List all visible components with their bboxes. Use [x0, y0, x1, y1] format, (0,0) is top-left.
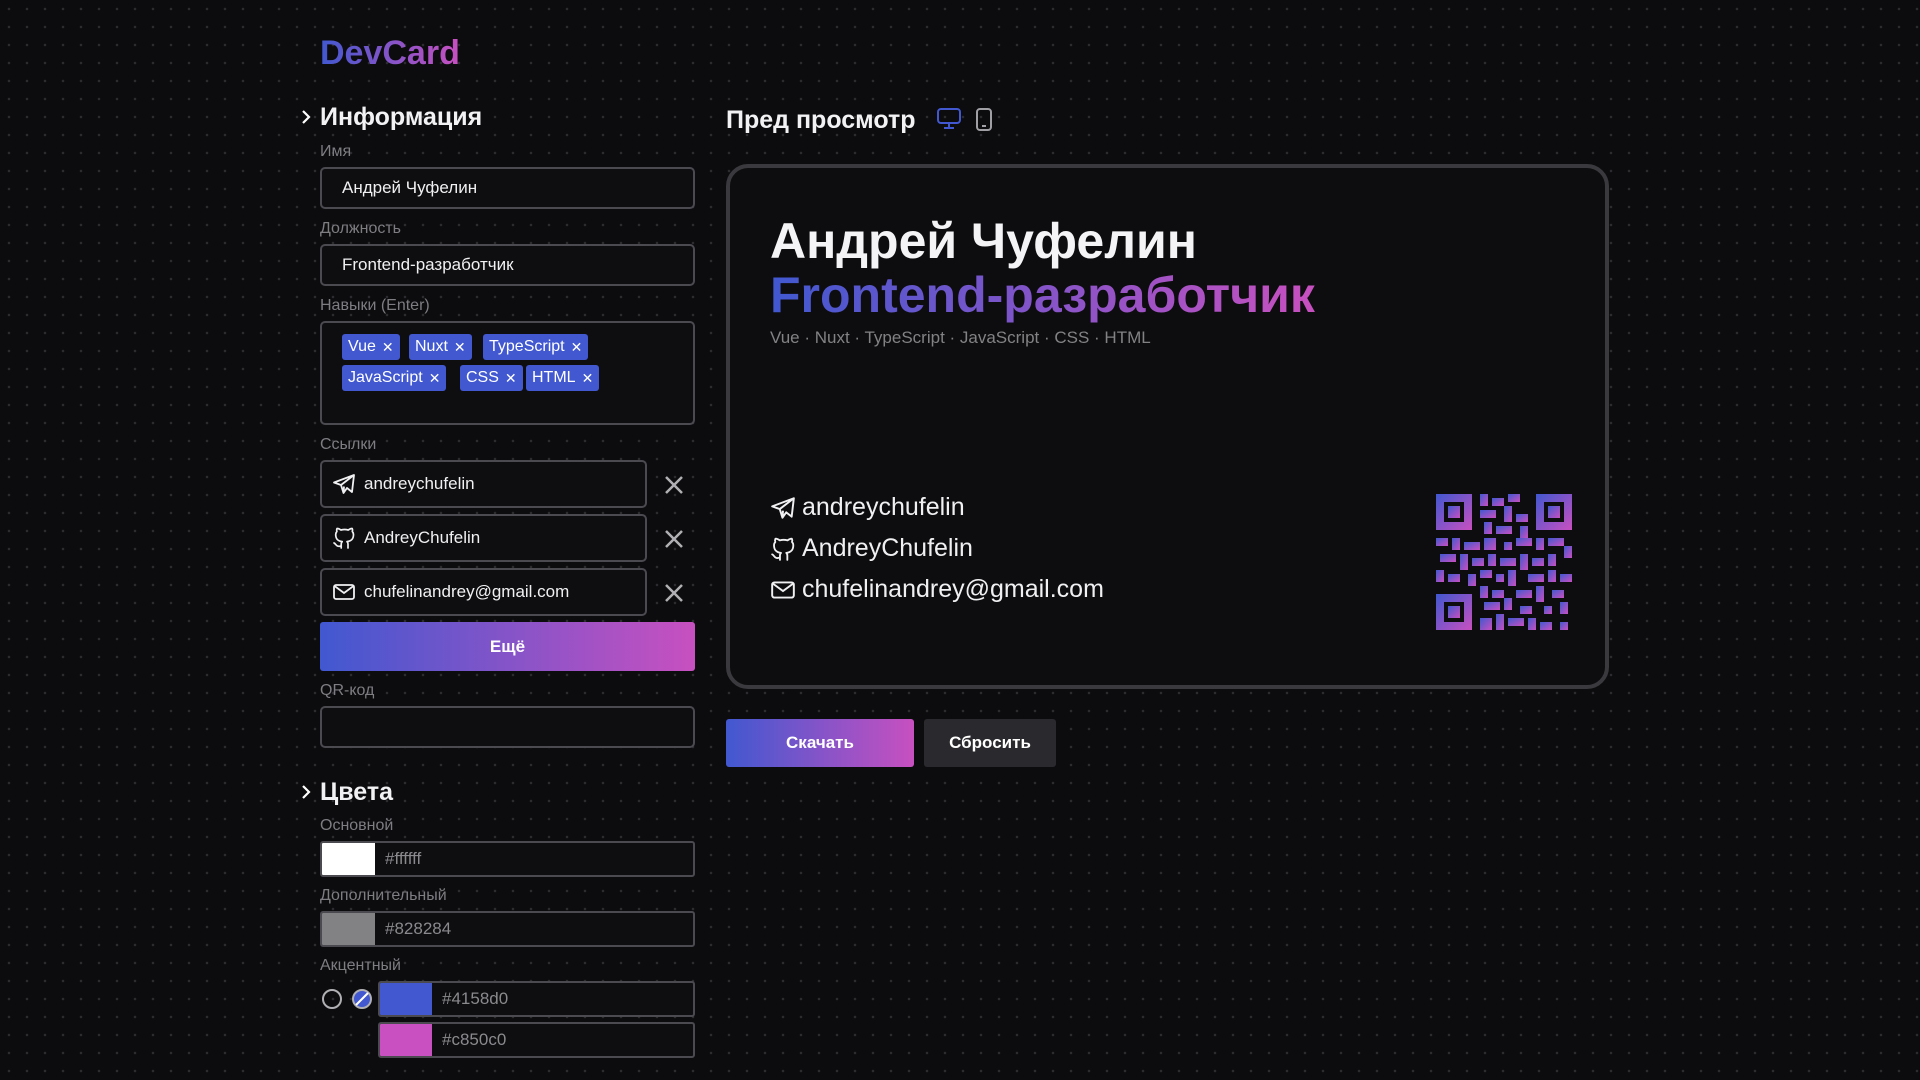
secondary-color-swatch[interactable] [322, 913, 375, 945]
skill-tag-label: CSS [466, 369, 499, 386]
remove-tag-icon[interactable]: ✕ [454, 339, 466, 356]
link-input-telegram[interactable]: andreychufelin [320, 460, 647, 508]
mail-icon [332, 580, 356, 604]
card-link-text: andreychufelin [802, 493, 965, 521]
remove-tag-icon[interactable]: ✕ [382, 339, 394, 356]
link-input-email[interactable]: chufelinandrey@gmail.com [320, 568, 647, 616]
skill-tag: CSS ✕ [460, 365, 523, 391]
close-icon [665, 476, 683, 494]
card-link-text: AndreyChufelin [802, 534, 973, 562]
section-colors-header[interactable]: Цвета [302, 778, 394, 807]
card-link-email: chufelinandrey@gmail.com [770, 575, 1104, 604]
close-icon [665, 584, 683, 602]
link-input-value: andreychufelin [364, 474, 475, 493]
card-skills: Vue · Nuxt · TypeScript · JavaScript · C… [770, 328, 1151, 347]
skill-tag: Nuxt ✕ [409, 334, 472, 360]
qr-label: QR-код [320, 682, 375, 699]
skill-tag: JavaScript ✕ [342, 365, 447, 391]
mail-icon [770, 577, 796, 603]
primary-color-label: Основной [320, 817, 394, 834]
secondary-color-label: Дополнительный [320, 887, 447, 904]
skills-label: Навыки (Enter) [320, 297, 430, 314]
remove-link-button[interactable] [660, 471, 688, 499]
name-input[interactable]: Андрей Чуфелин [320, 167, 695, 209]
github-icon [770, 536, 796, 562]
telegram-icon [770, 495, 796, 521]
qr-input[interactable] [320, 706, 695, 748]
card-name: Андрей Чуфелин [770, 213, 1197, 269]
telegram-icon [332, 472, 356, 496]
remove-link-button[interactable] [660, 579, 688, 607]
app-logo: DevCard [320, 34, 460, 72]
close-icon [665, 530, 683, 548]
accent-color-hex-2: #c850c0 [442, 1030, 507, 1049]
role-label: Должность [320, 220, 401, 237]
card-link-text: chufelinandrey@gmail.com [802, 575, 1104, 603]
gradient-mode-radio-icon[interactable] [351, 988, 373, 1010]
remove-link-button[interactable] [660, 525, 688, 553]
skill-tag-label: JavaScript [348, 369, 423, 386]
remove-tag-icon[interactable]: ✕ [505, 370, 517, 387]
chevron-right-icon [302, 110, 311, 124]
section-info-header[interactable]: Информация [302, 103, 483, 132]
github-icon [332, 526, 356, 550]
accent-color-label: Акцентный [320, 957, 401, 974]
download-button[interactable]: Скачать [726, 719, 914, 767]
accent-color-input-1[interactable]: #4158d0 [378, 981, 695, 1017]
link-input-github[interactable]: AndreyChufelin [320, 514, 647, 562]
card-link-telegram: andreychufelin [770, 493, 965, 522]
name-label: Имя [320, 143, 352, 160]
primary-color-swatch[interactable] [322, 843, 375, 875]
skill-tag-label: HTML [532, 369, 576, 386]
remove-tag-icon[interactable]: ✕ [429, 370, 441, 387]
skills-input[interactable]: Vue ✕ Nuxt ✕ TypeScript ✕ JavaScript ✕ CSS ✕ … [320, 321, 695, 425]
skill-tag: Vue ✕ [342, 334, 400, 360]
link-input-value: chufelinandrey@gmail.com [364, 582, 570, 601]
skill-tag: HTML ✕ [526, 365, 600, 391]
skill-tag-label: Vue [348, 338, 376, 355]
monitor-icon[interactable] [936, 107, 962, 131]
links-label: Ссылки [320, 436, 377, 453]
accent-color-hex-1: #4158d0 [442, 989, 509, 1008]
name-input-value: Андрей Чуфелин [342, 178, 478, 197]
skill-tag-label: Nuxt [415, 338, 448, 355]
primary-color-hex: #ffffff [385, 849, 422, 868]
qr-code-image [1436, 494, 1572, 630]
solid-mode-radio-icon[interactable] [321, 988, 343, 1010]
link-input-value: AndreyChufelin [364, 528, 481, 547]
section-info-title: Информация [320, 103, 483, 131]
preview-title: Пред просмотр [726, 106, 916, 134]
phone-icon[interactable] [974, 107, 994, 133]
remove-tag-icon[interactable]: ✕ [582, 370, 594, 387]
role-input[interactable]: Frontend-разработчик [320, 244, 695, 286]
business-card-preview: Андрей Чуфелин Frontend-разработчик Vue … [726, 164, 1609, 689]
reset-button[interactable]: Сбросить [924, 719, 1056, 767]
primary-color-input[interactable]: #ffffff [320, 841, 695, 877]
card-role: Frontend-разработчик [770, 267, 1315, 323]
skill-tag: TypeScript ✕ [483, 334, 589, 360]
more-links-button[interactable]: Ещё [320, 622, 695, 671]
section-colors-title: Цвета [320, 778, 394, 806]
accent-color-swatch-1[interactable] [380, 983, 432, 1015]
card-link-github: AndreyChufelin [770, 534, 973, 563]
secondary-color-hex: #828284 [385, 919, 452, 938]
remove-tag-icon[interactable]: ✕ [571, 339, 583, 356]
accent-color-input-2[interactable]: #c850c0 [378, 1022, 695, 1058]
role-input-value: Frontend-разработчик [342, 255, 514, 274]
secondary-color-input[interactable]: #828284 [320, 911, 695, 947]
skill-tag-label: TypeScript [489, 338, 565, 355]
chevron-right-icon [302, 785, 311, 799]
accent-color-swatch-2[interactable] [380, 1024, 432, 1056]
